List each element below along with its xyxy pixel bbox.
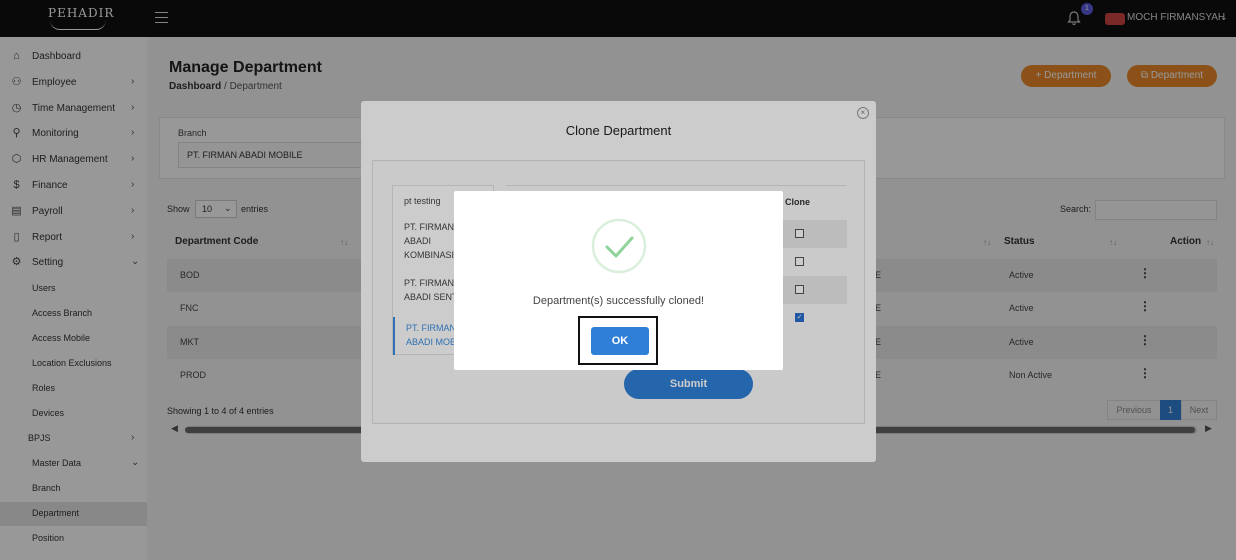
alert-message: Department(s) successfully cloned! (532, 295, 705, 307)
success-alert-dialog: Department(s) successfully cloned! OK (454, 191, 783, 370)
ok-button[interactable]: OK (591, 327, 649, 355)
success-check-icon (591, 218, 647, 274)
ok-button-highlight: OK (578, 316, 658, 365)
